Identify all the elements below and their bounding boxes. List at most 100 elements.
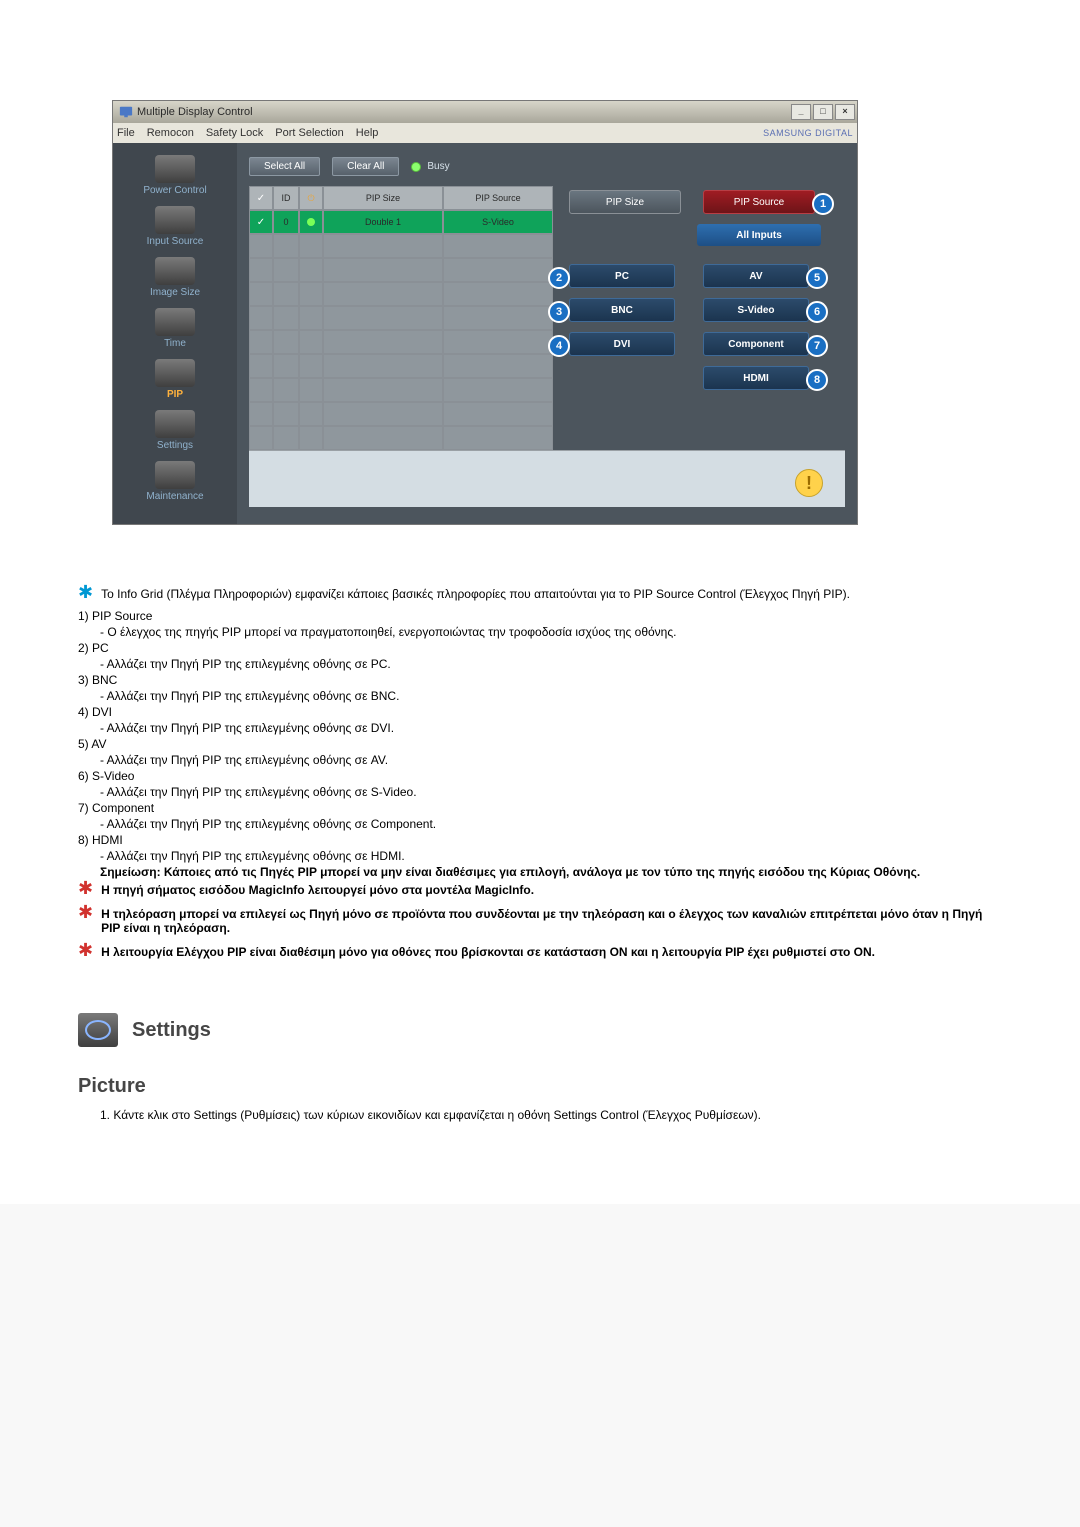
- grid-row-check[interactable]: [249, 426, 273, 450]
- hdmi-button[interactable]: HDMI 8: [703, 366, 809, 390]
- callout-1: 1: [812, 193, 834, 215]
- grid-cell-power: [299, 234, 323, 258]
- grid-row-check[interactable]: [249, 330, 273, 354]
- grid-cell-power: [299, 306, 323, 330]
- grid-cell-power: [299, 258, 323, 282]
- menu-file[interactable]: File: [117, 127, 135, 139]
- grid-header-id[interactable]: ID: [273, 186, 299, 210]
- bullet-star-icon: ✱: [78, 585, 93, 599]
- sidebar-label-input: Input Source: [113, 236, 237, 247]
- callout-8: 8: [806, 369, 828, 391]
- grid-cell-pip-size: Double 1: [323, 210, 443, 234]
- info-grid: ✓ ✓: [249, 186, 553, 450]
- grid-row-check[interactable]: [249, 378, 273, 402]
- content-area: ✓ ✓: [249, 186, 845, 450]
- busy-indicator: Busy: [411, 161, 449, 172]
- grid-row-check[interactable]: [249, 354, 273, 378]
- bullet-star-icon: ✱: [78, 943, 93, 957]
- sidebar-item-power[interactable]: Power Control: [113, 155, 237, 196]
- svideo-button[interactable]: S-Video 6: [703, 298, 809, 322]
- minimize-button[interactable]: _: [791, 104, 811, 120]
- callout-3: 3: [548, 301, 570, 323]
- intro-text: Το Info Grid (Πλέγμα Πληροφοριών) εμφανί…: [101, 587, 850, 601]
- app-body: Power Control Input Source Image Size Ti…: [113, 143, 857, 524]
- grid-row-check[interactable]: [249, 306, 273, 330]
- grid-cell-pip-size: [323, 234, 443, 258]
- grid-row-check[interactable]: [249, 282, 273, 306]
- sidebar-item-settings[interactable]: Settings: [113, 410, 237, 451]
- grid-cell-pip-size: [323, 258, 443, 282]
- callout-5: 5: [806, 267, 828, 289]
- grid-cell-id: [273, 354, 299, 378]
- sidebar-item-image-size[interactable]: Image Size: [113, 257, 237, 298]
- grid-header-pip-size[interactable]: PIP Size: [323, 186, 443, 210]
- item-8-desc: - Αλλάζει την Πηγή PIP της επιλεγμένης ο…: [78, 849, 1002, 863]
- menu-port-selection[interactable]: Port Selection: [275, 127, 343, 139]
- input-source-icon: [155, 206, 195, 234]
- footer-bar: !: [249, 450, 845, 507]
- component-button[interactable]: Component 7: [703, 332, 809, 356]
- grid-header-power-icon[interactable]: ⏻: [299, 186, 323, 210]
- sidebar-item-maintenance[interactable]: Maintenance: [113, 461, 237, 502]
- settings-section-heading: Settings: [78, 1013, 1002, 1047]
- alert-icon: !: [795, 469, 823, 497]
- picture-heading: Picture: [78, 1075, 1002, 1098]
- close-button[interactable]: ×: [835, 104, 855, 120]
- grid-cell-power: [299, 402, 323, 426]
- select-all-button[interactable]: Select All: [249, 157, 320, 176]
- bullet-star-icon: ✱: [78, 881, 93, 895]
- clear-all-button[interactable]: Clear All: [332, 157, 399, 176]
- callout-4: 4: [548, 335, 570, 357]
- grid-row-check[interactable]: [249, 402, 273, 426]
- dvi-button[interactable]: DVI 4: [569, 332, 675, 356]
- menubar: File Remocon Safety Lock Port Selection …: [113, 123, 857, 143]
- menu-remocon[interactable]: Remocon: [147, 127, 194, 139]
- grid-row-check[interactable]: [249, 234, 273, 258]
- grid-cell-power: [299, 282, 323, 306]
- image-size-icon: [155, 257, 195, 285]
- grid-cell-id: [273, 402, 299, 426]
- menu-help[interactable]: Help: [356, 127, 379, 139]
- sidebar-item-pip[interactable]: PIP: [113, 359, 237, 400]
- star-note-1: Η πηγή σήματος εισόδου MagicInfo λειτουρ…: [101, 883, 534, 897]
- grid-row-check[interactable]: ✓: [249, 210, 273, 234]
- callout-7: 7: [806, 335, 828, 357]
- pc-button[interactable]: PC 2: [569, 264, 675, 288]
- app-icon: [119, 105, 133, 119]
- sidebar-label-time: Time: [113, 338, 237, 349]
- grid-cell-pip-size: [323, 426, 443, 450]
- grid-row-check[interactable]: [249, 258, 273, 282]
- grid-cell-id: [273, 258, 299, 282]
- item-4-title: 4) DVI: [78, 705, 1002, 719]
- item-6-title: 6) S-Video: [78, 769, 1002, 783]
- grid-cell-power: [299, 378, 323, 402]
- pip-icon: [155, 359, 195, 387]
- star-note-3: Η λειτουργία Ελέγχου PIP είναι διαθέσιμη…: [101, 945, 875, 959]
- grid-cell-pip-source: [443, 258, 553, 282]
- bnc-button[interactable]: BNC 3: [569, 298, 675, 322]
- grid-cell-id: [273, 306, 299, 330]
- pip-source-button[interactable]: PIP Source 1: [703, 190, 815, 214]
- grid-cell-pip-size: [323, 282, 443, 306]
- grid-cell-power: [299, 210, 323, 234]
- maximize-button[interactable]: □: [813, 104, 833, 120]
- grid-cell-pip-source: [443, 330, 553, 354]
- sidebar-item-input[interactable]: Input Source: [113, 206, 237, 247]
- item-8-title: 8) HDMI: [78, 833, 1002, 847]
- titlebar: Multiple Display Control _ □ ×: [113, 101, 857, 123]
- grid-header-check[interactable]: ✓: [249, 186, 273, 210]
- item-6-desc: - Αλλάζει την Πηγή PIP της επιλεγμένης ο…: [78, 785, 1002, 799]
- item-1-title: 1) PIP Source: [78, 609, 1002, 623]
- right-panel: PIP Size PC 2 BNC 3: [563, 186, 845, 450]
- callout-6: 6: [806, 301, 828, 323]
- pip-size-button[interactable]: PIP Size: [569, 190, 681, 214]
- sidebar-item-time[interactable]: Time: [113, 308, 237, 349]
- menu-safety-lock[interactable]: Safety Lock: [206, 127, 263, 139]
- grid-header-pip-source[interactable]: PIP Source: [443, 186, 553, 210]
- sidebar-label-maintenance: Maintenance: [113, 491, 237, 502]
- settings-heading-icon: [78, 1013, 118, 1047]
- grid-cell-pip-source: [443, 306, 553, 330]
- grid-cell-pip-size: [323, 306, 443, 330]
- grid-cell-pip-source: S-Video: [443, 210, 553, 234]
- av-button[interactable]: AV 5: [703, 264, 809, 288]
